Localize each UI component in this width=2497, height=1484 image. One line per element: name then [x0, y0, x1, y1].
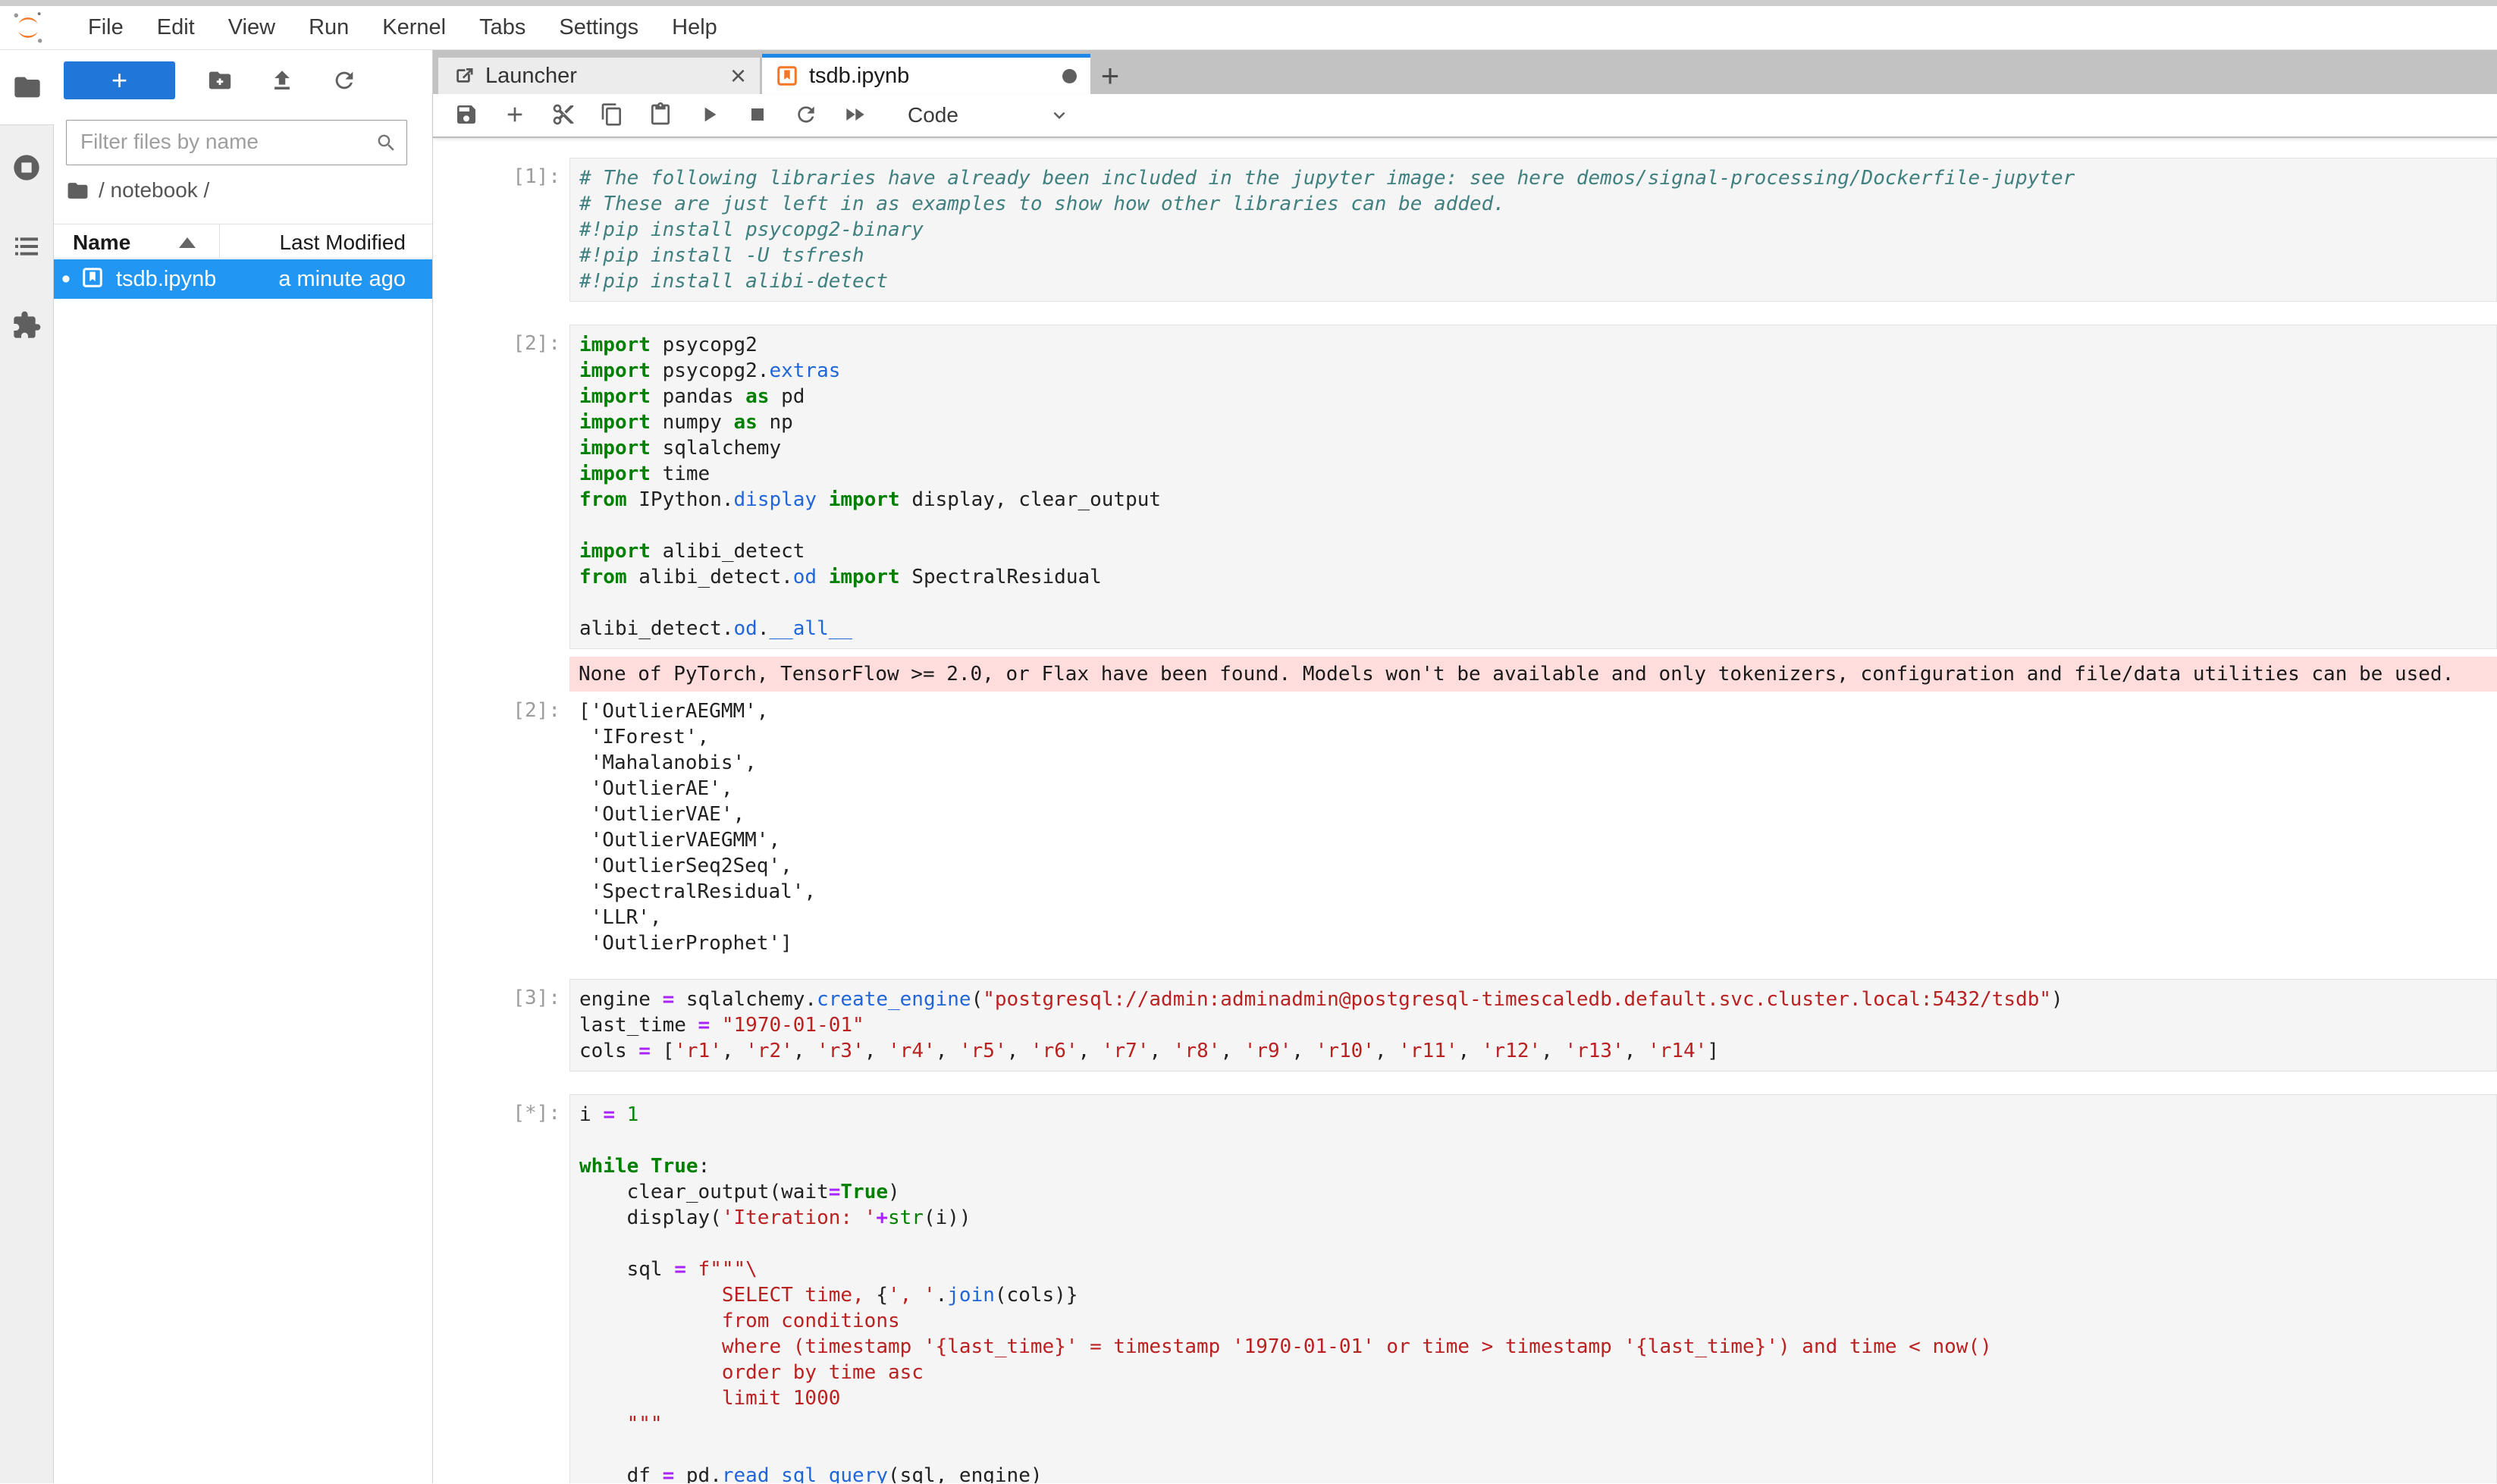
tab-bar: Launcher × tsdb.ipynb +	[433, 50, 2497, 94]
cell-prompt: [1]:	[433, 158, 569, 302]
filter-input-wrap	[66, 120, 407, 165]
restart-run-all-button[interactable]	[842, 102, 868, 128]
stderr-text: None of PyTorch, TensorFlow >= 2.0, or F…	[569, 657, 2497, 692]
tab-label: tsdb.ipynb	[809, 64, 909, 89]
new-folder-icon[interactable]	[207, 67, 233, 93]
menu-item-tabs[interactable]: Tabs	[463, 15, 542, 40]
code-editor[interactable]: import psycopg2import psycopg2.extrasimp…	[569, 325, 2497, 649]
running-kernels-icon[interactable]	[11, 152, 42, 183]
cell-prompt: [2]:	[433, 692, 569, 956]
cell-prompt	[433, 657, 569, 692]
file-browser: +	[54, 50, 433, 1483]
save-button[interactable]	[454, 102, 480, 128]
menu-item-settings[interactable]: Settings	[542, 15, 655, 40]
notebook-scroll-area[interactable]: [1]:# The following libraries have alrea…	[433, 138, 2497, 1483]
window-top-strip	[0, 0, 2497, 6]
jupyterlab-window: FileEditViewRunKernelTabsSettingsHelp	[0, 0, 2497, 1484]
output-cell: [2]:['OutlierAEGMM', 'IForest', 'Mahalan…	[433, 692, 2497, 956]
unsaved-changes-dot[interactable]	[1062, 69, 1077, 83]
filter-files-input[interactable]	[67, 121, 362, 163]
jupyter-logo	[11, 11, 45, 45]
breadcrumb-path: / notebook /	[99, 178, 209, 202]
code-cell: [*]:i = 1 while True: clear_output(wait=…	[433, 1094, 2497, 1483]
cell-prompt: [*]:	[433, 1094, 569, 1483]
launcher-icon	[452, 64, 475, 87]
add-cell-button[interactable]	[503, 102, 529, 128]
cell-prompt: [2]:	[433, 325, 569, 649]
main-area: Launcher × tsdb.ipynb +	[433, 50, 2497, 1483]
upload-icon[interactable]	[269, 67, 295, 93]
code-editor[interactable]: engine = sqlalchemy.create_engine("postg…	[569, 979, 2497, 1071]
code-cell: [1]:# The following libraries have alrea…	[433, 158, 2497, 302]
folder-icon	[66, 179, 89, 202]
interrupt-kernel-button[interactable]	[745, 102, 771, 128]
tab-launcher[interactable]: Launcher ×	[438, 58, 760, 94]
refresh-icon[interactable]	[331, 67, 357, 93]
cell-prompt: [3]:	[433, 979, 569, 1071]
output-text: ['OutlierAEGMM', 'IForest', 'Mahalanobis…	[569, 692, 2497, 956]
sidebar-lower	[0, 124, 54, 1483]
breadcrumb[interactable]: / notebook /	[66, 177, 209, 203]
column-header-name[interactable]: Name	[73, 231, 130, 255]
folder-icon	[12, 72, 42, 102]
cut-cells-button[interactable]	[551, 102, 577, 128]
chevron-down-icon[interactable]	[1048, 104, 1071, 127]
cell-type-dropdown[interactable]: Code	[908, 103, 958, 127]
code-editor[interactable]: i = 1 while True: clear_output(wait=True…	[569, 1094, 2497, 1483]
sidebar-item-filebrowser[interactable]	[0, 50, 54, 124]
tab-tsdb[interactable]: tsdb.ipynb	[762, 54, 1090, 94]
menu-item-help[interactable]: Help	[655, 15, 734, 40]
search-icon	[375, 132, 397, 154]
code-cell: [3]:engine = sqlalchemy.create_engine("p…	[433, 979, 2497, 1071]
column-divider	[219, 224, 220, 258]
sort-ascending-icon	[179, 237, 196, 248]
stderr-output-cell: None of PyTorch, TensorFlow >= 2.0, or F…	[433, 657, 2497, 692]
file-browser-toolbar: +	[64, 61, 425, 100]
file-list-header: Name Last Modified	[54, 224, 432, 259]
copy-cells-button[interactable]	[600, 102, 626, 128]
extensions-puzzle-icon[interactable]	[11, 310, 42, 340]
new-launcher-button[interactable]: +	[64, 61, 175, 99]
code-cell: [2]:import psycopg2import psycopg2.extra…	[433, 325, 2497, 649]
menu-item-run[interactable]: Run	[292, 15, 365, 40]
notebook-file-icon	[81, 266, 104, 293]
notebook-toolbar: Code	[433, 94, 2497, 138]
file-modified: a minute ago	[278, 267, 406, 292]
run-cell-button[interactable]	[697, 102, 723, 128]
column-header-modified[interactable]: Last Modified	[279, 231, 406, 255]
menu: FileEditViewRunKernelTabsSettingsHelp	[71, 15, 734, 40]
left-sidebar	[0, 50, 54, 1483]
menu-item-kernel[interactable]: Kernel	[365, 15, 463, 40]
tab-label: Launcher	[485, 64, 577, 89]
menu-item-file[interactable]: File	[71, 15, 140, 40]
running-indicator-bullet: •	[61, 265, 78, 294]
notebook-icon	[776, 64, 798, 87]
paste-cells-button[interactable]	[648, 102, 674, 128]
new-tab-button[interactable]: +	[1090, 58, 1130, 94]
file-name: tsdb.ipynb	[116, 267, 216, 292]
restart-kernel-button[interactable]	[794, 102, 820, 128]
table-of-contents-icon[interactable]	[11, 231, 42, 262]
menu-bar: FileEditViewRunKernelTabsSettingsHelp	[0, 6, 2497, 50]
file-row-tsdb[interactable]: • tsdb.ipynb a minute ago	[54, 259, 432, 299]
menu-item-edit[interactable]: Edit	[140, 15, 212, 40]
menu-item-view[interactable]: View	[212, 15, 292, 40]
code-editor[interactable]: # The following libraries have already b…	[569, 158, 2497, 302]
close-icon[interactable]: ×	[730, 64, 746, 87]
